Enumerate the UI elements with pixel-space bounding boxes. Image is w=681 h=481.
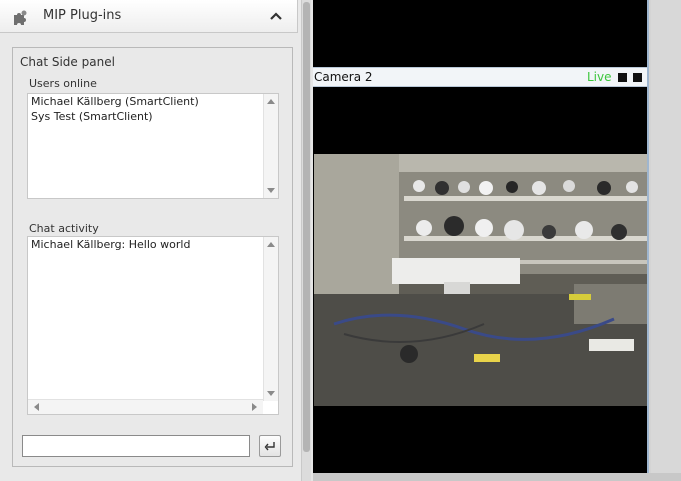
camera-tile[interactable]: Camera 2 Live <box>313 67 649 473</box>
chevron-up-icon[interactable] <box>269 10 283 22</box>
chat-activity-log[interactable]: Michael Källberg: Hello world <box>27 236 279 415</box>
camera-view-area: Camera 2 Live <box>313 0 681 481</box>
activity-horizontal-scrollbar[interactable] <box>28 399 263 414</box>
scroll-down-arrow-icon[interactable] <box>267 391 275 396</box>
side-panel-scroll-thumb[interactable] <box>303 2 310 452</box>
chat-panel-title: Chat Side panel <box>20 55 115 69</box>
chat-activity-label: Chat activity <box>29 222 99 235</box>
puzzle-icon <box>14 10 27 25</box>
camera-video-feed[interactable] <box>314 154 647 406</box>
chat-message: Michael Källberg: Hello world <box>31 238 191 251</box>
enter-icon <box>264 442 275 451</box>
activity-vertical-scrollbar[interactable] <box>263 237 278 401</box>
scroll-right-arrow-icon[interactable] <box>252 403 257 411</box>
camera-tile-empty[interactable] <box>313 0 649 67</box>
send-button[interactable] <box>259 435 281 457</box>
user-item[interactable]: Michael Källberg (SmartClient) <box>31 95 199 108</box>
users-online-label: Users online <box>29 77 97 90</box>
users-online-list[interactable]: Michael Källberg (SmartClient) Sys Test … <box>27 93 279 199</box>
live-status: Live <box>587 70 612 84</box>
camera-toolbar-square-icon[interactable] <box>633 73 642 82</box>
bottom-edge-background <box>313 473 681 481</box>
right-edge-background <box>651 0 681 473</box>
side-panel: MIP Plug-ins Chat Side panel Users onlin… <box>0 0 301 481</box>
scroll-up-arrow-icon[interactable] <box>267 242 275 247</box>
camera-titlebar: Camera 2 Live <box>313 67 647 87</box>
video-frame-image <box>314 154 647 406</box>
scroll-up-arrow-icon[interactable] <box>267 99 275 104</box>
plugins-title: MIP Plug-ins <box>43 8 122 23</box>
chat-side-panel: Chat Side panel Users online Michael Käl… <box>12 47 293 467</box>
camera-name: Camera 2 <box>314 70 373 84</box>
camera-toolbar-square-icon[interactable] <box>618 73 627 82</box>
scroll-down-arrow-icon[interactable] <box>267 188 275 193</box>
user-item[interactable]: Sys Test (SmartClient) <box>31 110 153 123</box>
side-panel-scrollbar[interactable] <box>301 0 311 481</box>
users-scrollbar[interactable] <box>263 94 278 198</box>
smart-client-window: MIP Plug-ins Chat Side panel Users onlin… <box>0 0 681 481</box>
scroll-left-arrow-icon[interactable] <box>34 403 39 411</box>
chat-message-input[interactable] <box>22 435 250 457</box>
plugins-header[interactable]: MIP Plug-ins <box>0 0 298 33</box>
